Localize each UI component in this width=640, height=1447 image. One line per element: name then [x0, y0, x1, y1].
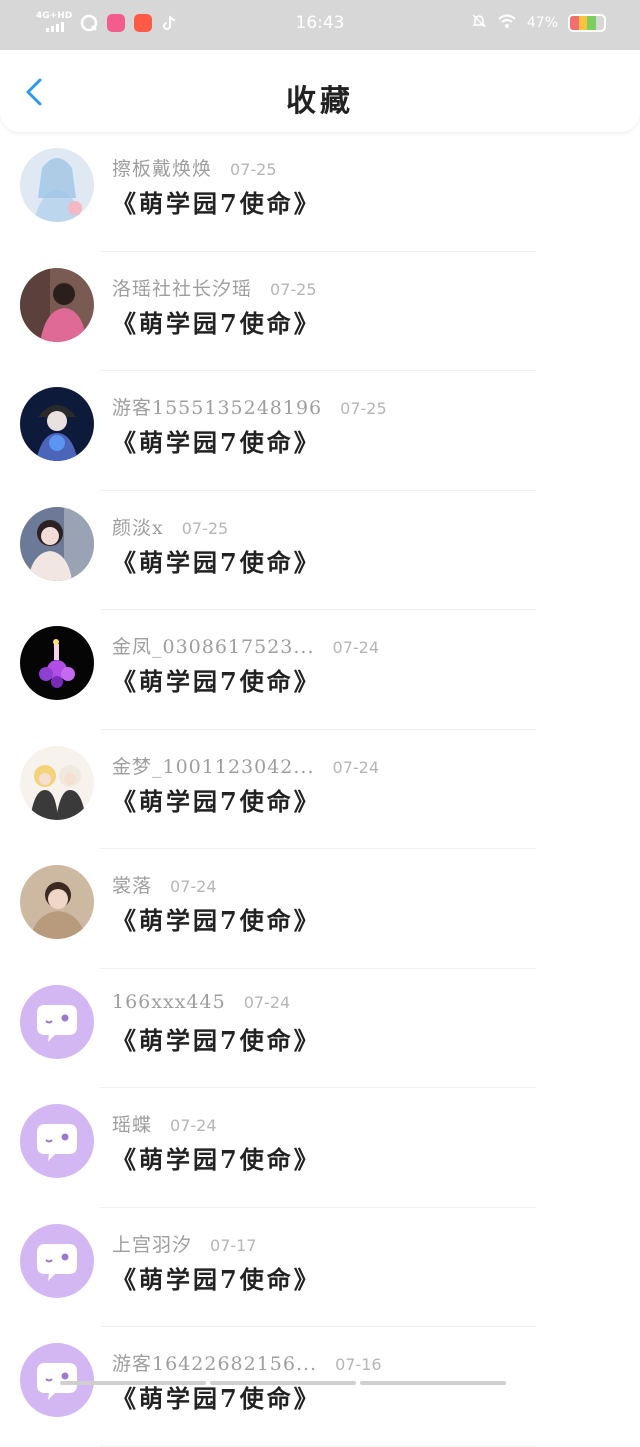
- favorites-list: 擦板戴焕焕 07-25 《萌学园7使命》 洛瑶社社长汐瑶 07-25 《萌学园7使命》 游客…: [0, 132, 640, 1447]
- avatar[interactable]: [20, 1343, 94, 1417]
- item-meta: 游客1555135248196 07-25: [112, 393, 387, 420]
- work-title: 《萌学园7使命》: [112, 786, 321, 816]
- avatar[interactable]: [20, 626, 94, 700]
- username: 游客16422682156...: [112, 1353, 318, 1375]
- username: 上宫羽汐: [112, 1233, 193, 1256]
- item-meta: 瑶蝶 07-24: [112, 1110, 217, 1137]
- list-item[interactable]: 裳落 07-24 《萌学园7使命》: [0, 849, 640, 969]
- wifi-icon: [497, 13, 517, 33]
- date: 07-24: [243, 992, 291, 1012]
- battery-percent: 47%: [526, 15, 558, 31]
- date: 07-25: [181, 518, 229, 538]
- status-bar: 4G+HD 16:43 47%: [0, 0, 640, 50]
- list-item[interactable]: 金凤_0308617523... 07-24 《萌学园7使命》: [0, 610, 640, 730]
- work-title: 《萌学园7使命》: [112, 1145, 321, 1174]
- date: 07-24: [170, 877, 217, 896]
- date: 07-16: [335, 1355, 382, 1374]
- item-meta: 上宫羽汐 07-17: [112, 1230, 257, 1257]
- status-right: 47%: [471, 13, 606, 33]
- avatar[interactable]: [20, 148, 94, 222]
- divider: [100, 1445, 536, 1447]
- list-item[interactable]: 游客1555135248196 07-25 《萌学园7使命》: [0, 371, 640, 491]
- date: 07-25: [270, 279, 317, 299]
- date: 07-25: [230, 160, 277, 179]
- work-title: 《萌学园7使命》: [112, 1025, 321, 1055]
- work-title: 《萌学园7使命》: [112, 189, 321, 218]
- mute-bell-icon: [471, 13, 487, 33]
- username: 裳落: [112, 875, 153, 897]
- item-meta: 擦板戴焕焕 07-25: [112, 154, 277, 181]
- work-title: 《萌学园7使命》: [112, 308, 321, 338]
- work-title: 《萌学园7使命》: [112, 428, 321, 457]
- item-meta: 洛瑶社社长汐瑶 07-25: [112, 274, 317, 301]
- username: 瑶蝶: [112, 1114, 153, 1136]
- date: 07-24: [170, 1116, 217, 1135]
- list-item[interactable]: 颜淡x 07-25 《萌学园7使命》: [0, 491, 640, 610]
- avatar[interactable]: [20, 1223, 94, 1298]
- username: 166xxx445: [112, 990, 226, 1013]
- date: 07-17: [210, 1235, 257, 1255]
- date: 07-24: [332, 638, 380, 657]
- avatar[interactable]: [20, 267, 94, 342]
- page-title: 收藏: [286, 84, 354, 119]
- work-title: 《萌学园7使命》: [112, 906, 321, 935]
- list-item[interactable]: 金梦_1001123042... 07-24 《萌学园7使命》: [0, 730, 640, 849]
- avatar[interactable]: [20, 745, 94, 820]
- username: 擦板戴焕焕: [112, 158, 213, 180]
- date: 07-24: [332, 757, 380, 777]
- item-meta: 金凤_0308617523... 07-24: [112, 632, 379, 659]
- work-title: 《萌学园7使命》: [112, 667, 321, 696]
- list-item[interactable]: 上宫羽汐 07-17 《萌学园7使命》: [0, 1208, 640, 1327]
- avatar[interactable]: [20, 1104, 94, 1178]
- date: 07-25: [340, 399, 387, 418]
- avatar[interactable]: [20, 506, 94, 581]
- list-item[interactable]: 166xxx445 07-24 《萌学园7使命》: [0, 969, 640, 1088]
- username: 游客1555135248196: [112, 397, 323, 419]
- username: 金凤_0308617523...: [112, 636, 315, 658]
- battery-icon: [568, 14, 606, 32]
- item-meta: 金梦_1001123042... 07-24: [112, 752, 379, 779]
- username: 洛瑶社社长汐瑶: [112, 277, 253, 300]
- username: 颜淡x: [112, 516, 164, 539]
- list-item[interactable]: 擦板戴焕焕 07-25 《萌学园7使命》: [0, 132, 640, 252]
- work-title: 《萌学园7使命》: [112, 547, 321, 577]
- item-meta: 裳落 07-24: [112, 871, 217, 898]
- list-item[interactable]: 洛瑶社社长汐瑶 07-25 《萌学园7使命》: [0, 252, 640, 371]
- avatar[interactable]: [20, 984, 94, 1059]
- work-title: 《萌学园7使命》: [112, 1264, 321, 1294]
- list-item[interactable]: 瑶蝶 07-24 《萌学园7使命》: [0, 1088, 640, 1208]
- avatar[interactable]: [20, 387, 94, 461]
- home-indicator: [60, 1381, 506, 1385]
- username: 金梦_1001123042...: [112, 755, 315, 778]
- nav-header: 收藏: [0, 50, 640, 132]
- avatar[interactable]: [20, 865, 94, 939]
- item-meta: 166xxx445 07-24: [112, 991, 290, 1013]
- item-meta: 游客16422682156... 07-16: [112, 1349, 382, 1376]
- item-meta: 颜淡x 07-25: [112, 513, 228, 540]
